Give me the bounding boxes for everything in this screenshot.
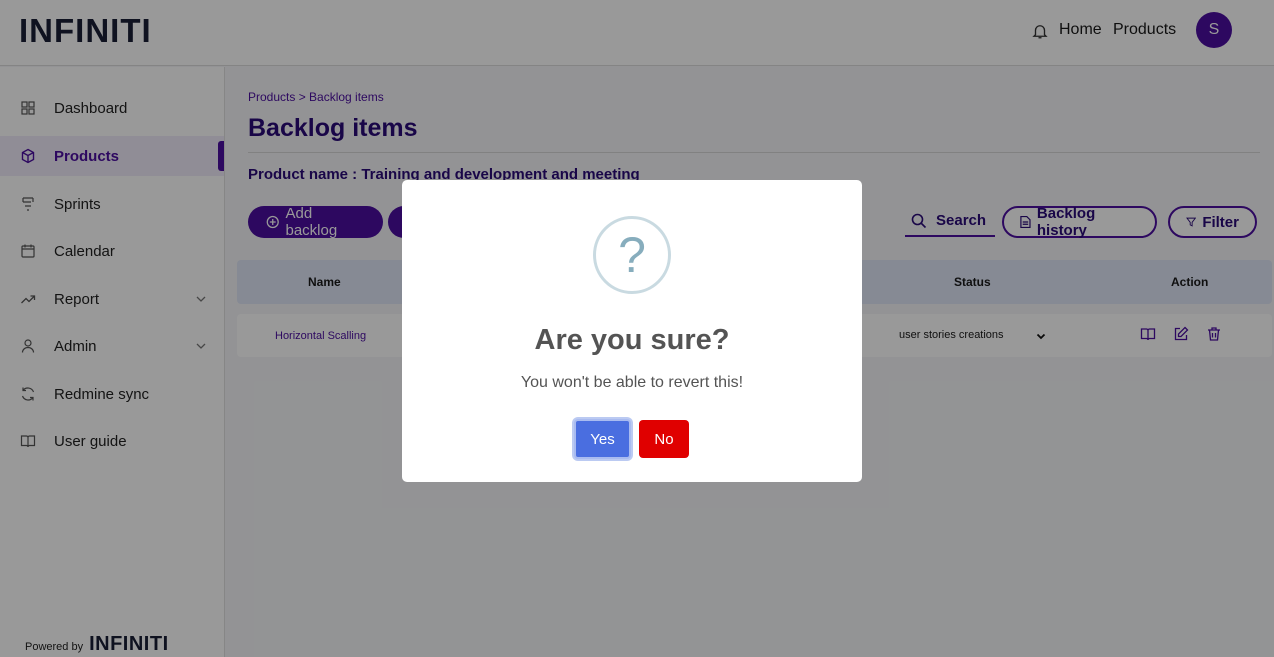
question-mark: ? xyxy=(618,227,646,283)
dialog-message: You won't be able to revert this! xyxy=(520,374,744,391)
question-icon: ? xyxy=(593,216,671,294)
no-button[interactable]: No xyxy=(639,420,689,458)
yes-button[interactable]: Yes xyxy=(574,419,631,459)
confirm-dialog: ? Are you sure? You won't be able to rev… xyxy=(402,180,862,482)
dialog-title: Are you sure? xyxy=(534,324,730,356)
